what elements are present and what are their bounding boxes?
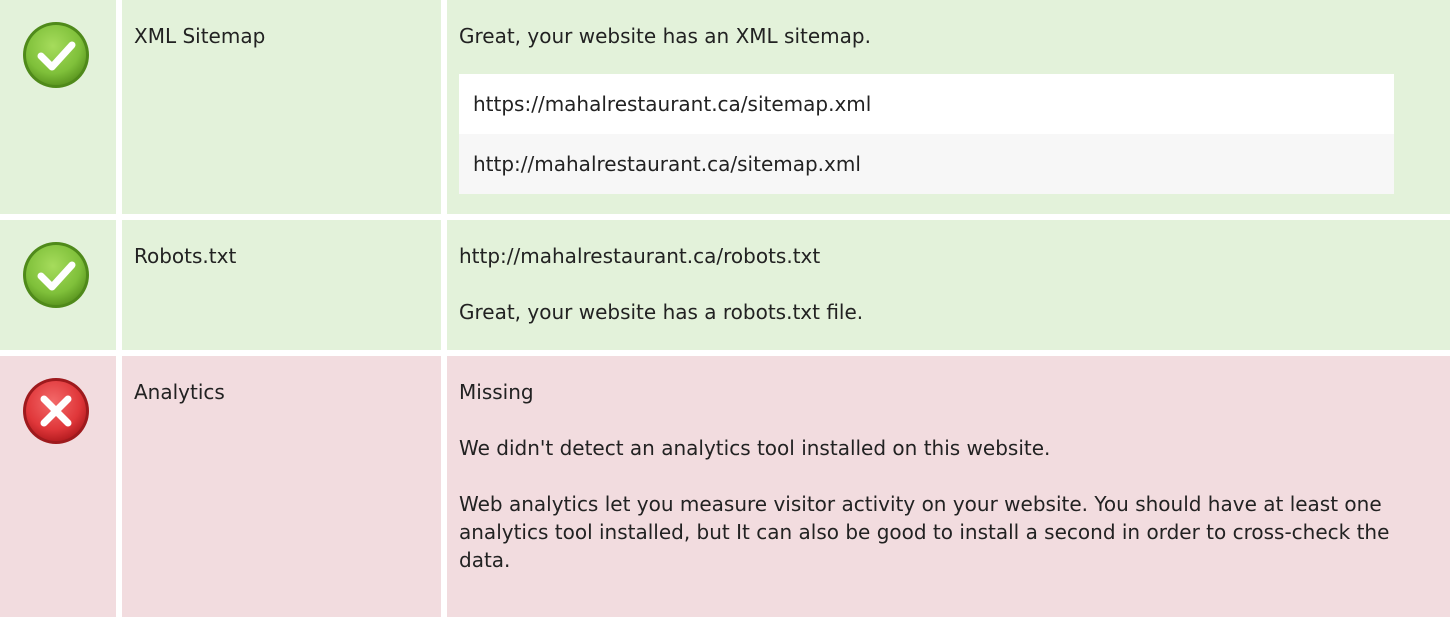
status-cell bbox=[0, 0, 116, 214]
check-advice: Web analytics let you measure visitor ac… bbox=[459, 492, 1390, 572]
check-label: Robots.txt bbox=[122, 220, 441, 350]
check-row-xml-sitemap: XML Sitemap Great, your website has an X… bbox=[0, 0, 1450, 214]
check-content: Missing We didn't detect an analytics to… bbox=[447, 356, 1450, 617]
check-message: Great, your website has an XML sitemap. bbox=[459, 24, 871, 48]
check-circle-icon bbox=[23, 242, 89, 308]
robots-url[interactable]: http://mahalrestaurant.ca/robots.txt bbox=[459, 242, 1436, 270]
check-label: XML Sitemap bbox=[122, 0, 441, 214]
status-cell bbox=[0, 356, 116, 617]
check-message: We didn't detect an analytics tool insta… bbox=[459, 436, 1051, 460]
sitemap-url-item[interactable]: https://mahalrestaurant.ca/sitemap.xml bbox=[459, 74, 1394, 134]
check-content: Great, your website has an XML sitemap. … bbox=[447, 0, 1450, 214]
check-row-robots-txt: Robots.txt http://mahalrestaurant.ca/rob… bbox=[0, 220, 1450, 350]
check-content: http://mahalrestaurant.ca/robots.txt Gre… bbox=[447, 220, 1450, 350]
cross-circle-icon bbox=[23, 378, 89, 444]
sitemap-url-item[interactable]: http://mahalrestaurant.ca/sitemap.xml bbox=[459, 134, 1394, 194]
sitemap-url-list: https://mahalrestaurant.ca/sitemap.xml h… bbox=[459, 74, 1394, 194]
status-cell bbox=[0, 220, 116, 350]
analytics-value: Missing bbox=[459, 380, 534, 404]
check-row-analytics: Analytics Missing We didn't detect an an… bbox=[0, 356, 1450, 617]
check-message: Great, your website has a robots.txt fil… bbox=[459, 300, 864, 324]
check-label: Analytics bbox=[122, 356, 441, 617]
check-circle-icon bbox=[23, 22, 89, 88]
